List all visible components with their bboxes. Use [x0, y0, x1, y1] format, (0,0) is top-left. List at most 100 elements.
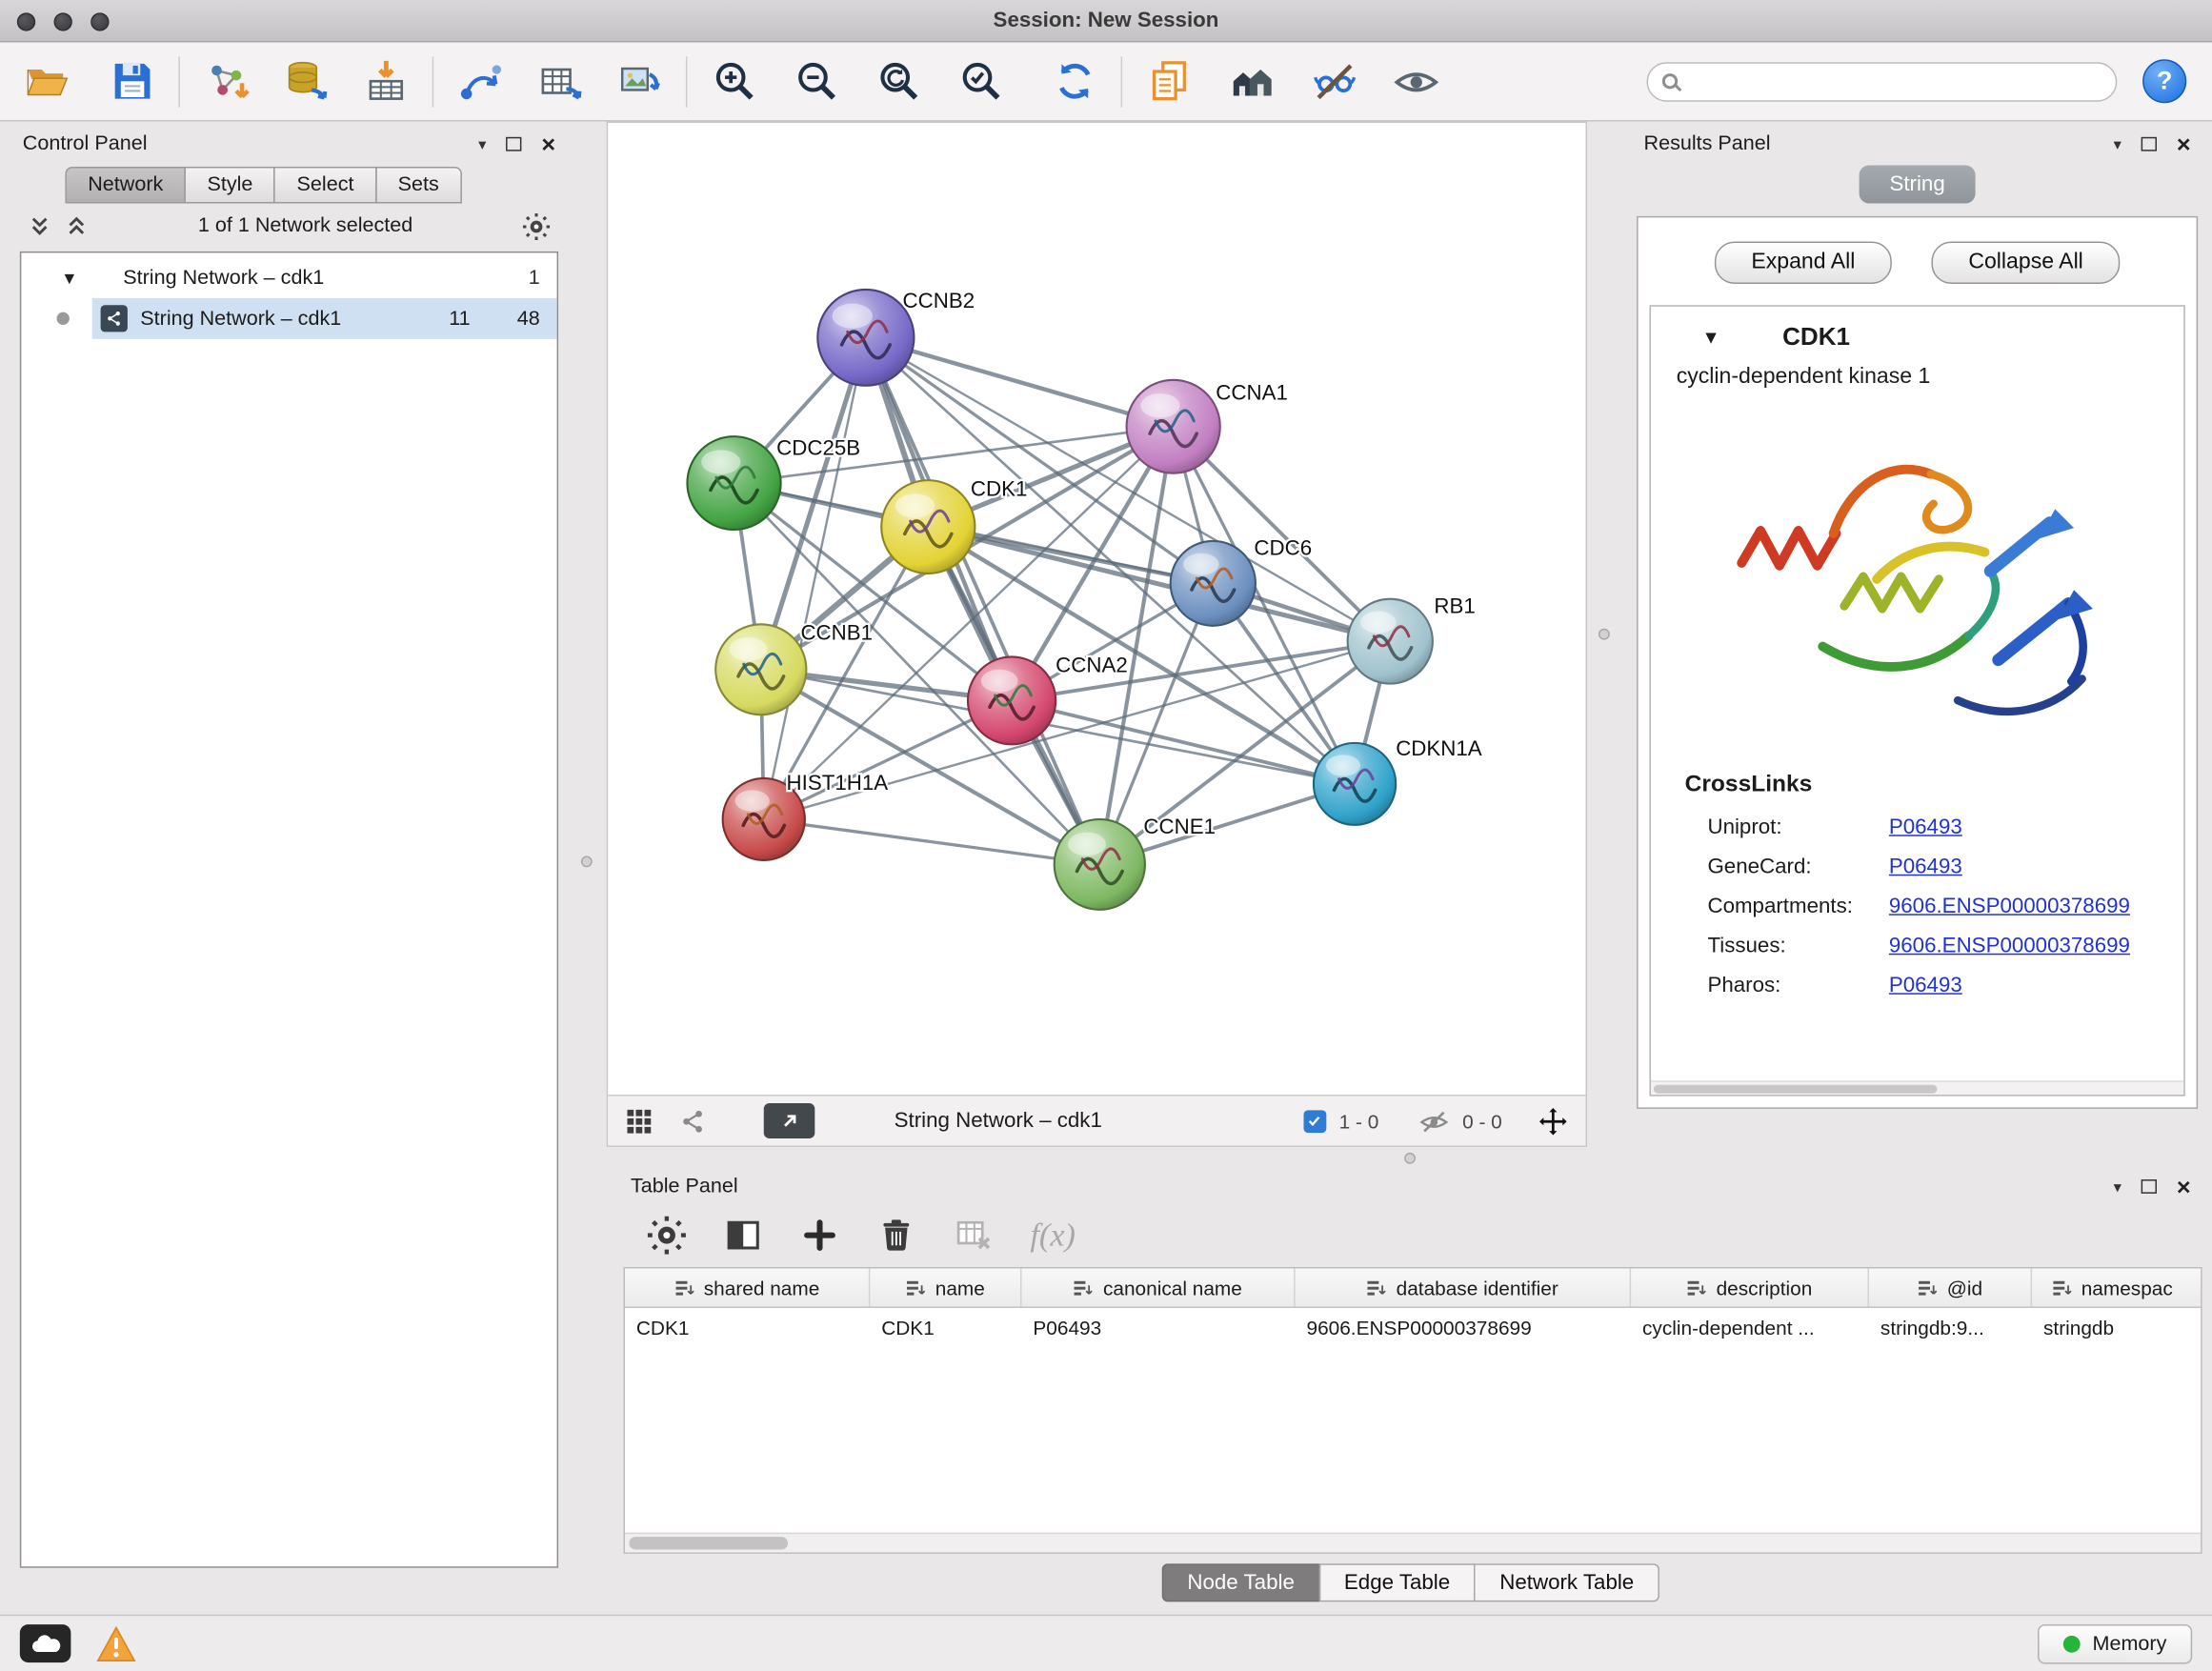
zoom-selected-button[interactable]: [951, 50, 1010, 112]
table-settings-gear-icon[interactable]: [648, 1217, 686, 1255]
collapse-all-button[interactable]: Collapse All: [1932, 242, 2121, 284]
scrollbar-thumb[interactable]: [1654, 1085, 1938, 1094]
network-node-cdc6[interactable]: CDC6: [1171, 536, 1312, 626]
panel-close-icon[interactable]: ×: [2177, 1175, 2191, 1198]
network-node-hist1h1a[interactable]: HIST1H1A: [723, 771, 889, 860]
column-header-description[interactable]: description: [1631, 1268, 1869, 1306]
show-eye-button[interactable]: [1386, 50, 1445, 112]
crosslink-uniprot-link[interactable]: P06493: [1889, 815, 2183, 839]
network-node-ccnb2[interactable]: CCNB2: [817, 289, 975, 386]
export-table-button[interactable]: [530, 50, 589, 112]
gear-icon[interactable]: [523, 212, 550, 239]
home-button[interactable]: [1221, 50, 1280, 112]
network-collection-row[interactable]: ▼ String Network – cdk1 1: [21, 257, 556, 298]
table-empty-area: [625, 1347, 2201, 1532]
panel-menu-caret-icon[interactable]: ▾: [478, 135, 486, 153]
memory-button[interactable]: Memory: [2037, 1623, 2192, 1663]
tab-edge-table[interactable]: Edge Table: [1318, 1563, 1476, 1601]
expand-all-chevrons-icon[interactable]: [29, 214, 51, 237]
crosslink-pharos-link[interactable]: P06493: [1889, 974, 2183, 997]
crosslink-genecard-link[interactable]: P06493: [1889, 855, 2183, 878]
pan-move-icon[interactable]: [1538, 1105, 1569, 1137]
search-input[interactable]: [1689, 70, 2101, 92]
zoom-fit-button[interactable]: [869, 50, 928, 112]
zoom-window-button[interactable]: [90, 12, 109, 30]
left-splitter-handle[interactable]: [581, 856, 593, 867]
column-header-name[interactable]: name: [870, 1268, 1021, 1306]
panel-menu-caret-icon[interactable]: ▾: [2114, 1178, 2122, 1196]
tab-string[interactable]: String: [1860, 165, 1975, 203]
network-node-cdkn1a[interactable]: CDKN1A: [1314, 736, 1482, 825]
delete-column-trash-icon[interactable]: [877, 1217, 915, 1255]
selected-checkbox-icon[interactable]: [1303, 1110, 1326, 1133]
tree-expand-caret-icon[interactable]: ▼: [61, 268, 78, 288]
network-row-selected[interactable]: String Network – cdk1 11 48: [21, 298, 556, 339]
select-columns-icon[interactable]: [724, 1217, 762, 1255]
new-network-from-selection-button[interactable]: [451, 50, 510, 112]
help-button[interactable]: ?: [2142, 59, 2186, 103]
import-table-button[interactable]: [355, 50, 414, 112]
warning-button[interactable]: [96, 1625, 136, 1662]
network-overview-share-icon[interactable]: [679, 1107, 708, 1136]
export-image-button[interactable]: [610, 50, 669, 112]
save-session-button[interactable]: [102, 50, 161, 112]
tab-select[interactable]: Select: [274, 167, 377, 204]
import-network-from-database-button[interactable]: [276, 50, 335, 112]
panel-menu-caret-icon[interactable]: ▾: [2114, 135, 2122, 153]
network-canvas[interactable]: CCNB2CCNA1CDC25BCDK1CDC6RB1CCNB1CCNA2CDK…: [608, 123, 1585, 1095]
panel-close-icon[interactable]: ×: [2177, 132, 2191, 156]
tab-network-table[interactable]: Network Table: [1474, 1563, 1659, 1601]
collection-count: 1: [529, 266, 540, 289]
column-header-shared-name[interactable]: shared name: [625, 1268, 870, 1306]
panel-close-icon[interactable]: ×: [541, 132, 555, 156]
arrow-up-right-icon: [777, 1109, 801, 1133]
scrollbar-thumb[interactable]: [629, 1537, 788, 1549]
tab-network[interactable]: Network: [65, 167, 186, 204]
bottom-splitter-handle[interactable]: [1404, 1153, 1416, 1164]
section-collapse-caret-icon[interactable]: ▼: [1701, 326, 1719, 347]
tab-sets[interactable]: Sets: [375, 167, 462, 204]
apply-layout-button[interactable]: [1044, 50, 1103, 112]
hide-glasses-button[interactable]: [1304, 50, 1363, 112]
node-label-ccne1: CCNE1: [1143, 815, 1216, 838]
column-header-canonical-name[interactable]: canonical name: [1021, 1268, 1295, 1306]
glasses-slash-icon: [1310, 58, 1357, 105]
network-node-ccna2[interactable]: CCNA2: [968, 654, 1128, 745]
hidden-eye-slash-icon[interactable]: [1418, 1105, 1450, 1137]
network-node-rb1[interactable]: RB1: [1348, 594, 1476, 684]
network-node-ccne1[interactable]: CCNE1: [1055, 815, 1216, 910]
table-row[interactable]: CDK1 CDK1 P06493 9606.ENSP00000378699 cy…: [625, 1308, 2201, 1348]
zoom-out-button[interactable]: [787, 50, 846, 112]
toolbar-separator: [178, 56, 179, 107]
function-builder-fx: f(x): [1030, 1217, 1075, 1254]
copy-document-button[interactable]: [1139, 50, 1198, 112]
import-network-from-file-button[interactable]: [197, 50, 256, 112]
grid-view-icon[interactable]: [625, 1107, 654, 1136]
column-header-database-identifier[interactable]: database identifier: [1296, 1268, 1632, 1306]
cell-name: CDK1: [870, 1317, 1021, 1339]
panel-float-icon[interactable]: [506, 137, 521, 151]
crosslink-compartments-link[interactable]: 9606.ENSP00000378699: [1889, 895, 2183, 918]
crosslink-tissues-link[interactable]: 9606.ENSP00000378699: [1889, 934, 2183, 957]
panel-float-icon[interactable]: [2142, 137, 2157, 151]
tab-style[interactable]: Style: [185, 167, 276, 204]
table-panel: Table Panel ▾ ×: [619, 1170, 2202, 1611]
close-window-button[interactable]: [17, 12, 35, 30]
open-in-new-window-button[interactable]: [764, 1103, 815, 1138]
cloud-status-button[interactable]: [20, 1624, 71, 1662]
column-header-namespace[interactable]: namespac: [2032, 1268, 2192, 1306]
collapse-all-chevrons-icon[interactable]: [65, 214, 88, 237]
right-splitter-handle[interactable]: [1599, 629, 1610, 640]
panel-float-icon[interactable]: [2142, 1179, 2157, 1194]
open-session-button[interactable]: [17, 50, 76, 112]
column-header-id[interactable]: @id: [1869, 1268, 2032, 1306]
add-column-plus-icon[interactable]: [800, 1217, 838, 1255]
network-view: CCNB2CCNA1CDC25BCDK1CDC6RB1CCNB1CCNA2CDK…: [607, 122, 1587, 1147]
zoom-in-button[interactable]: [704, 50, 763, 112]
search-icon: [1662, 73, 1678, 89]
tab-node-table[interactable]: Node Table: [1162, 1563, 1320, 1601]
network-node-ccna1[interactable]: CCNA1: [1127, 380, 1288, 473]
gene-section-header[interactable]: ▼ CDK1: [1651, 307, 2183, 365]
minimize-window-button[interactable]: [54, 12, 72, 30]
expand-all-button[interactable]: Expand All: [1715, 242, 1892, 284]
